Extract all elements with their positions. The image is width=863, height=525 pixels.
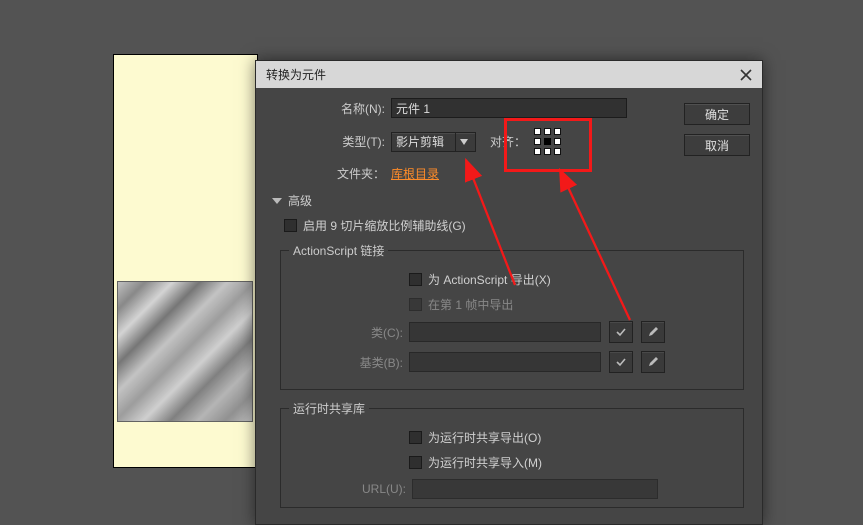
reg-tl[interactable]: [534, 128, 541, 135]
actionscript-group: ActionScript 链接 为 ActionScript 导出(X) 在第 …: [280, 242, 744, 390]
export-frame1-label: 在第 1 帧中导出: [428, 296, 513, 313]
class-validate-button[interactable]: [609, 321, 633, 343]
reg-tr[interactable]: [554, 128, 561, 135]
actionscript-legend: ActionScript 链接: [289, 242, 388, 259]
disclosure-triangle-icon: [272, 198, 282, 204]
convert-to-symbol-dialog: 转换为元件 确定 取消 名称(N): 类型(T): 影片剪辑 对齐：: [255, 60, 763, 525]
ok-button[interactable]: 确定: [684, 103, 750, 125]
close-icon: [740, 69, 752, 81]
rsl-legend: 运行时共享库: [289, 400, 369, 417]
class-edit-button[interactable]: [641, 321, 665, 343]
rsl-export-checkbox[interactable]: [409, 431, 422, 444]
rsl-group: 运行时共享库 为运行时共享导出(O) 为运行时共享导入(M) URL(U):: [280, 400, 744, 508]
pencil-icon: [647, 356, 659, 368]
type-label: 类型(T):: [266, 133, 391, 150]
export-as-label: 为 ActionScript 导出(X): [428, 271, 551, 288]
class-input: [409, 322, 601, 342]
stage-selected-bitmap[interactable]: [117, 281, 253, 422]
nine-slice-label: 启用 9 切片缩放比例辅助线(G): [303, 217, 466, 234]
registration-grid: [534, 128, 561, 155]
rsl-export-label: 为运行时共享导出(O): [428, 429, 541, 446]
advanced-label: 高级: [288, 192, 312, 209]
url-label: URL(U):: [292, 482, 412, 496]
reg-bc[interactable]: [544, 148, 551, 155]
folder-label: 文件夹：: [266, 165, 391, 182]
nine-slice-checkbox[interactable]: [284, 219, 297, 232]
base-validate-button[interactable]: [609, 351, 633, 373]
folder-link[interactable]: 库根目录: [391, 165, 439, 182]
name-input[interactable]: [391, 98, 627, 118]
type-dropdown-value: 影片剪辑: [396, 133, 455, 150]
reg-br[interactable]: [554, 148, 561, 155]
reg-ml[interactable]: [534, 138, 541, 145]
base-edit-button[interactable]: [641, 351, 665, 373]
check-icon: [615, 356, 627, 368]
cancel-button[interactable]: 取消: [684, 134, 750, 156]
export-as-checkbox[interactable]: [409, 273, 422, 286]
advanced-toggle[interactable]: 高级: [272, 192, 752, 209]
type-dropdown[interactable]: 影片剪辑: [391, 132, 476, 152]
base-class-label: 基类(B):: [357, 354, 409, 371]
dialog-titlebar: 转换为元件: [256, 61, 762, 88]
align-label: 对齐：: [490, 133, 526, 150]
base-class-input: [409, 352, 601, 372]
url-input: [412, 479, 658, 499]
chevron-down-icon: [455, 133, 471, 151]
check-icon: [615, 326, 627, 338]
reg-bl[interactable]: [534, 148, 541, 155]
class-label: 类(C):: [357, 324, 409, 341]
close-button[interactable]: [736, 65, 756, 85]
export-frame1-checkbox: [409, 298, 422, 311]
reg-mr[interactable]: [554, 138, 561, 145]
reg-tc[interactable]: [544, 128, 551, 135]
rsl-import-checkbox[interactable]: [409, 456, 422, 469]
pencil-icon: [647, 326, 659, 338]
name-label: 名称(N):: [266, 100, 391, 117]
dialog-title: 转换为元件: [266, 66, 736, 83]
reg-center[interactable]: [544, 138, 551, 145]
rsl-import-label: 为运行时共享导入(M): [428, 454, 542, 471]
